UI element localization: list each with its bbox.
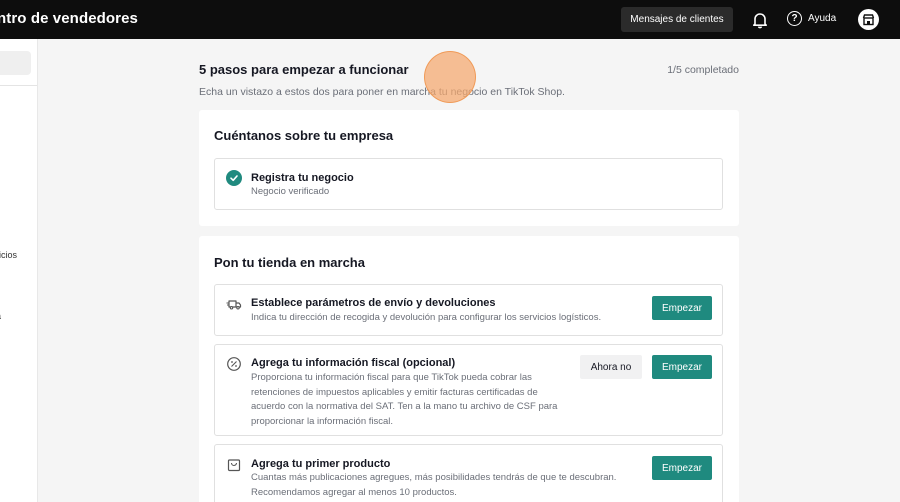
section-title-business: Cuéntanos sobre tu empresa [214, 128, 394, 143]
task-status: Negocio verificado [251, 186, 330, 197]
tax-info-task: Agrega tu información fiscal (opcional) … [214, 344, 723, 436]
customer-messages-button[interactable]: Mensajes de clientes [621, 7, 733, 32]
shopping-bag-icon [226, 457, 242, 473]
description-line: Cuantas más publicaciones agregues, más … [251, 472, 617, 483]
question-mark-icon: ? [787, 11, 802, 26]
task-title: Establece parámetros de envío y devoluci… [251, 297, 496, 309]
percent-icon [226, 356, 242, 372]
cursor-click-indicator [424, 51, 476, 103]
task-title: Agrega tu primer producto [251, 458, 391, 470]
task-description: Proporciona tu información fiscal para q… [251, 371, 557, 429]
task-title: Registra tu negocio [251, 172, 354, 184]
sidebar-item-partial[interactable]: a [0, 311, 1, 321]
help-button[interactable]: ? Ayuda [787, 11, 836, 26]
description-line: acuerdo con la normativa del SAT. Ten a … [251, 401, 558, 412]
shipping-returns-task: Establece parámetros de envío y devoluci… [214, 284, 723, 336]
description-line: Proporciona tu información fiscal para q… [251, 372, 532, 383]
description-line: proporcionar la información fiscal. [251, 415, 394, 427]
app-title: ntro de vendedores [0, 10, 138, 27]
sidebar-selected-item[interactable] [0, 51, 31, 75]
add-product-button[interactable]: Empezar [652, 456, 712, 480]
bell-icon[interactable] [751, 11, 769, 29]
delivery-truck-icon [226, 296, 242, 312]
description-line: Recomendamos agregar al menos 10 product… [251, 486, 457, 498]
progress-text: 1/5 completado [667, 64, 739, 76]
check-circle-icon [226, 170, 242, 186]
start-tax-info-button[interactable]: Empezar [652, 355, 712, 379]
not-now-button[interactable]: Ahora no [580, 355, 642, 379]
task-description: Cuantas más publicaciones agregues, más … [251, 471, 616, 500]
sidebar-divider [0, 85, 37, 86]
top-navigation-bar: ntro de vendedores Mensajes de clientes … [0, 0, 900, 39]
start-shipping-button[interactable]: Empezar [652, 296, 712, 320]
first-product-task: Agrega tu primer producto Cuantas más pu… [214, 444, 723, 502]
business-section-card: Cuéntanos sobre tu empresa Registra tu n… [199, 110, 739, 226]
description-line: retenciones de impuestos aplicables y em… [251, 386, 538, 398]
shop-avatar-icon[interactable] [858, 9, 879, 30]
left-sidebar: icios a [0, 39, 38, 502]
help-label: Ayuda [808, 13, 837, 24]
sidebar-item-services[interactable]: icios [0, 250, 17, 260]
task-title: Agrega tu información fiscal (opcional) [251, 357, 456, 369]
store-section-card: Pon tu tienda en marcha Establece paráme… [199, 236, 739, 502]
section-title-store: Pon tu tienda en marcha [214, 255, 365, 270]
task-description: Indica tu dirección de recogida y devolu… [251, 312, 602, 323]
register-business-task[interactable]: Registra tu negocio Negocio verificado [214, 158, 723, 210]
